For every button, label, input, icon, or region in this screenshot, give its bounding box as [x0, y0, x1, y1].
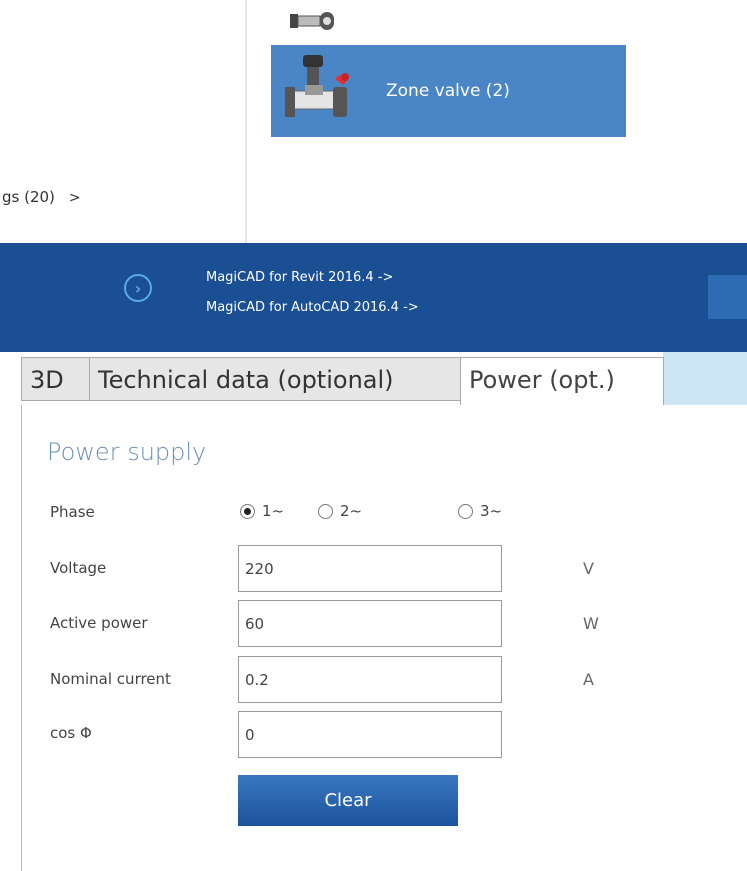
promo-action-button[interactable]	[708, 275, 747, 319]
tab-strip-fill	[663, 352, 747, 408]
product-browser: Zone valve (2) gs (20) >	[0, 0, 747, 243]
tab-technical-data[interactable]: Technical data (optional)	[89, 357, 461, 401]
pipe-fitting-icon[interactable]	[288, 6, 336, 32]
active-power-label: Active power	[50, 614, 148, 632]
radio-circle	[318, 503, 333, 519]
phase-option-3-label: 3~	[480, 502, 503, 520]
active-power-input[interactable]	[238, 600, 502, 647]
section-title: Power supply	[47, 438, 207, 466]
radio-circle	[458, 503, 473, 519]
nominal-current-input[interactable]	[238, 656, 502, 703]
clear-button[interactable]: Clear	[238, 775, 458, 826]
voltage-input[interactable]	[238, 545, 502, 592]
phase-option-2-label: 2~	[340, 502, 363, 520]
nominal-current-label: Nominal current	[50, 670, 171, 688]
chevron-right-circle-icon[interactable]: ›	[124, 274, 152, 302]
phase-label: Phase	[50, 503, 95, 521]
active-power-unit: W	[583, 614, 599, 633]
tab-power[interactable]: Power (opt.)	[460, 357, 664, 408]
column-divider	[245, 0, 247, 243]
phase-radio-2[interactable]: 2~	[318, 502, 362, 520]
zone-valve-icon	[285, 55, 349, 117]
voltage-label: Voltage	[50, 559, 107, 577]
category-arrow: >	[68, 190, 81, 206]
tab-strip: 3D Technical data (optional) Power (opt.…	[0, 352, 747, 408]
voltage-unit: V	[583, 559, 594, 578]
link-magicad-revit[interactable]: MagiCAD for Revit 2016.4 ->	[206, 270, 393, 285]
promo-banner: › MagiCAD for Revit 2016.4 -> MagiCAD fo…	[0, 243, 747, 352]
radio-circle	[240, 503, 255, 519]
phase-radio-1[interactable]: 1~	[240, 502, 284, 520]
cos-phi-label: cos Φ	[50, 724, 92, 742]
cos-phi-input[interactable]	[238, 711, 502, 758]
phase-option-1-label: 1~	[262, 502, 285, 520]
category-link[interactable]: gs (20) >	[2, 188, 81, 206]
phase-radio-3[interactable]: 3~	[458, 502, 502, 520]
zone-valve-tile[interactable]: Zone valve (2)	[271, 45, 626, 137]
nominal-current-unit: A	[583, 670, 594, 689]
category-link-label: gs (20)	[2, 188, 55, 206]
zone-valve-label: Zone valve (2)	[386, 81, 510, 101]
power-panel: Power supply Phase 1~ 2~ 3~ Voltage V Ac…	[21, 405, 747, 871]
link-magicad-autocad[interactable]: MagiCAD for AutoCAD 2016.4 ->	[206, 300, 419, 315]
tab-3d[interactable]: 3D	[21, 357, 90, 401]
